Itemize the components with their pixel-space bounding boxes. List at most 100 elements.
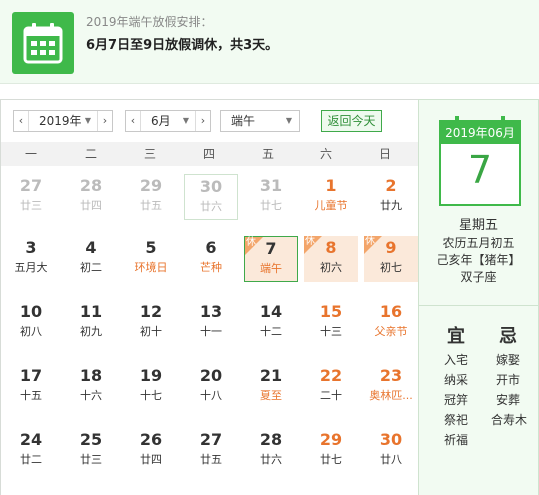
day-number: 25 <box>79 430 103 449</box>
day-cell[interactable]: 13 十一 <box>184 300 238 346</box>
calendar-grid-panel: ‹ 2019年 ▼ › ‹ 6月 ▼ › 端午 ▼ 返回今天 一二三四五六日 27 廿三… <box>0 99 419 495</box>
day-cell[interactable]: 1 儿童节 <box>304 174 358 220</box>
day-number: 31 <box>259 176 283 195</box>
day-number: 11 <box>79 302 103 321</box>
day-cell[interactable]: 20 十八 <box>184 364 238 410</box>
day-number: 14 <box>259 302 283 321</box>
weekday-6: 日 <box>378 147 391 161</box>
day-cell[interactable]: 16 父亲节 <box>364 300 418 346</box>
lunar-label: 夏至 <box>260 389 282 402</box>
day-number: 21 <box>259 366 283 385</box>
day-number: 8 <box>325 238 337 257</box>
day-cell[interactable]: 11 初九 <box>64 300 118 346</box>
selected-month-label: 2019年06月 <box>441 122 519 144</box>
month-picker: ‹ 6月 ▼ › <box>125 110 211 132</box>
day-cell[interactable]: 5 环境日 <box>124 236 178 282</box>
month-select[interactable]: 6月 ▼ <box>141 111 195 131</box>
lunar-label: 十三 <box>320 325 342 338</box>
day-cell[interactable]: 休 9 初七 <box>364 236 418 282</box>
day-cell[interactable]: 12 初十 <box>124 300 178 346</box>
lunar-label: 初九 <box>80 325 102 338</box>
day-cell[interactable]: 6 芒种 <box>184 236 238 282</box>
day-number: 18 <box>79 366 103 385</box>
day-number: 30 <box>199 177 223 196</box>
day-cell[interactable]: 26 廿四 <box>124 428 178 474</box>
day-cell[interactable]: 27 廿五 <box>184 428 238 474</box>
lunar-label: 十五 <box>20 389 42 402</box>
day-number: 1 <box>325 176 337 195</box>
lunar-label: 廿七 <box>260 199 282 212</box>
day-number: 30 <box>379 430 403 449</box>
day-cell[interactable]: 29 廿五 <box>124 174 178 220</box>
day-number: 24 <box>19 430 43 449</box>
day-cell[interactable]: 30 廿六 <box>184 174 238 220</box>
lunar-label: 廿九 <box>380 199 402 212</box>
yi-item: 入宅 <box>444 353 469 367</box>
day-number: 26 <box>139 430 163 449</box>
banner-title: 2019年端午放假安排： <box>86 15 213 29</box>
day-number: 2 <box>385 176 397 195</box>
day-cell[interactable]: 19 十七 <box>124 364 178 410</box>
lunar-label: 十六 <box>80 389 102 402</box>
day-cell[interactable]: 18 十六 <box>64 364 118 410</box>
selected-day-number: 7 <box>467 148 493 192</box>
weekday-header: 一二三四五六日 <box>1 142 419 166</box>
weekday-1: 二 <box>84 147 97 161</box>
day-cell[interactable]: 3 五月大 <box>4 236 58 282</box>
day-cell[interactable]: 21 夏至 <box>244 364 298 410</box>
lunar-label: 十一 <box>200 325 222 338</box>
ji-title: 忌 <box>499 326 517 347</box>
holiday-select[interactable]: 端午 ▼ <box>220 110 300 132</box>
ganzhi-year: 己亥年【猪年】 <box>436 253 521 267</box>
year-select[interactable]: 2019年 ▼ <box>29 111 97 131</box>
lunar-label: 十八 <box>200 389 222 402</box>
next-year-button[interactable]: › <box>97 111 112 131</box>
day-cell[interactable]: 15 十三 <box>304 300 358 346</box>
yi-item: 纳采 <box>444 373 469 387</box>
day-cell[interactable]: 31 廿七 <box>244 174 298 220</box>
lunar-label: 廿六 <box>260 453 282 466</box>
prev-year-button[interactable]: ‹ <box>14 111 29 131</box>
lunar-label: 父亲节 <box>374 325 408 338</box>
day-cell[interactable]: 17 十五 <box>4 364 58 410</box>
lunar-label: 二十 <box>320 389 342 402</box>
next-month-button[interactable]: › <box>195 111 210 131</box>
day-number: 5 <box>145 238 157 257</box>
weekday-5: 六 <box>319 147 332 161</box>
zodiac-sign: 双子座 <box>460 270 497 284</box>
day-cell[interactable]: 25 廿三 <box>64 428 118 474</box>
day-cell[interactable]: 14 十二 <box>244 300 298 346</box>
day-number: 28 <box>79 176 103 195</box>
lunar-label: 廿三 <box>80 453 102 466</box>
day-cell[interactable]: 4 初二 <box>64 236 118 282</box>
day-cell[interactable]: 23 奥林匹... <box>364 364 418 410</box>
year-picker: ‹ 2019年 ▼ › <box>13 110 113 132</box>
back-to-today-button[interactable]: 返回今天 <box>321 110 382 132</box>
day-cell[interactable]: 29 廿七 <box>304 428 358 474</box>
ji-item: 嫁娶 <box>496 353 521 367</box>
day-cell[interactable]: 27 廿三 <box>4 174 58 220</box>
day-cell[interactable]: 2 廿九 <box>364 174 418 220</box>
day-cell[interactable]: 28 廿四 <box>64 174 118 220</box>
ji-item: 合寿木 <box>491 413 528 427</box>
ji-item: 安葬 <box>496 393 521 407</box>
day-number: 16 <box>379 302 403 321</box>
lunar-date: 农历五月初五 <box>442 236 515 250</box>
day-cell[interactable]: 28 廿六 <box>244 428 298 474</box>
day-cell[interactable]: 休 8 初六 <box>304 236 358 282</box>
lunar-label: 初十 <box>140 325 162 338</box>
day-cell[interactable]: 22 二十 <box>304 364 358 410</box>
day-cell[interactable]: 休 7 端午 <box>244 236 298 282</box>
day-cell[interactable]: 24 廿二 <box>4 428 58 474</box>
lunar-label: 五月大 <box>14 261 48 274</box>
day-number: 19 <box>139 366 163 385</box>
day-number: 10 <box>19 302 43 321</box>
chevron-down-icon: ▼ <box>182 116 189 125</box>
day-cell[interactable]: 30 廿八 <box>364 428 418 474</box>
day-cell[interactable]: 10 初八 <box>4 300 58 346</box>
day-number: 22 <box>319 366 343 385</box>
day-number: 17 <box>19 366 43 385</box>
lunar-label: 廿三 <box>20 199 42 212</box>
prev-month-button[interactable]: ‹ <box>126 111 141 131</box>
ji-item: 开市 <box>496 373 521 387</box>
